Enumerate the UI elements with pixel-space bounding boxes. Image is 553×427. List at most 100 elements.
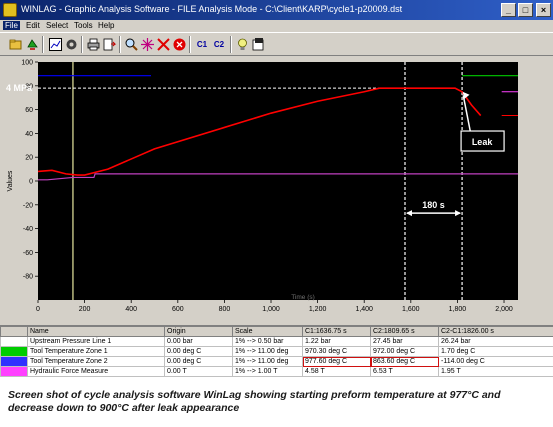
header-color [0, 326, 28, 337]
table-row[interactable]: Tool Temperature Zone 1 0.00 deg C 1% --> … [0, 346, 553, 357]
y-tick-label: 0 [29, 179, 33, 186]
table-row[interactable]: Hydraulic Force Measure 0.00 T 1% --> 1.00… [0, 366, 553, 377]
figure-caption: Screen shot of cycle analysis software W… [8, 389, 501, 414]
y-tick-label: -40 [23, 226, 33, 233]
menu-select[interactable]: Select [46, 21, 68, 30]
cursor-c1-button[interactable]: C1 [194, 37, 210, 52]
series-color-swatch [0, 336, 28, 347]
x-tick-label: 800 [219, 306, 231, 313]
cell-c1: 4.58 T [302, 366, 371, 377]
y-axis-label: Values [7, 170, 14, 191]
print-icon[interactable] [86, 37, 101, 52]
cell-diff: 26.24 bar [438, 336, 553, 347]
cursor-c2-button[interactable]: C2 [211, 37, 227, 52]
chart[interactable]: 100806040200-20-40-60-800 200 400 600 800 1,0… [0, 57, 553, 325]
cell-c1: 977.60 deg C [302, 356, 371, 367]
window-title: WINLAG - Graphic Analysis Software - FIL… [21, 4, 403, 14]
interval-annotation: 180 s [422, 200, 445, 210]
menu-bar: File Edit Select Tools Help [0, 20, 553, 32]
cell-c2: 863.60 deg C [370, 356, 439, 367]
y-tick-label: -60 [23, 250, 33, 257]
x-tick-label: 1,200 [309, 306, 327, 313]
pressure-annotation: 4 MPa [6, 83, 33, 93]
cell-diff: -114.00 deg C [438, 356, 553, 367]
header-diff[interactable]: C2-C1:1826.00 s [438, 326, 553, 337]
toolbar-separator [81, 36, 83, 53]
x-tick-label: 2,000 [495, 306, 513, 313]
header-c1[interactable]: C1:1636.75 s [302, 326, 371, 337]
cell-c2: 27.45 bar [370, 336, 439, 347]
menu-help[interactable]: Help [98, 21, 114, 30]
series-color-swatch [0, 366, 28, 377]
cell-diff: 1.95 T [438, 366, 553, 377]
cell-origin: 0.00 deg C [164, 356, 233, 367]
x-tick-label: 400 [125, 306, 137, 313]
header-name[interactable]: Name [27, 326, 165, 337]
cell-name: Tool Temperature Zone 2 [27, 356, 165, 367]
application-window: WINLAG - Graphic Analysis Software - FIL… [0, 0, 553, 386]
x-tick-label: 200 [79, 306, 91, 313]
series-color [1, 357, 27, 366]
menu-edit[interactable]: Edit [26, 21, 40, 30]
stats-icon[interactable] [48, 37, 63, 52]
cursor-values-table: Name Origin Scale C1:1636.75 s C2:1809.6… [0, 325, 553, 386]
y-tick-label: 100 [21, 60, 33, 67]
header-c2[interactable]: C2:1809.65 s [370, 326, 439, 337]
cell-c2: 972.00 deg C [370, 346, 439, 357]
zoom-icon[interactable] [124, 37, 139, 52]
x-tick-label: 1,800 [449, 306, 467, 313]
leak-annotation: Leak [472, 137, 494, 147]
cell-scale: 1% --> 0.50 bar [232, 336, 303, 347]
menu-tools[interactable]: Tools [74, 21, 93, 30]
cell-name: Upstream Pressure Line 1 [27, 336, 165, 347]
print-preview-icon[interactable] [102, 37, 117, 52]
series-color [1, 367, 27, 376]
close-button[interactable]: × [536, 3, 551, 17]
cell-name: Hydraulic Force Measure [27, 366, 165, 377]
delete-cross-icon[interactable] [156, 37, 171, 52]
minimize-button[interactable]: _ [501, 3, 516, 17]
open-icon[interactable] [8, 37, 23, 52]
toolbar-separator [119, 36, 121, 53]
refresh-icon[interactable] [25, 37, 40, 52]
x-axis-label: Time (s) [291, 294, 315, 301]
cell-scale: 1% --> 11.00 deg [232, 346, 303, 357]
cell-scale: 1% --> 1.00 T [232, 366, 303, 377]
y-tick-label: 20 [25, 155, 33, 162]
y-tick-label: 40 [25, 131, 33, 138]
table-row[interactable]: Upstream Pressure Line 1 0.00 bar 1% --> 0… [0, 336, 553, 347]
cell-origin: 0.00 T [164, 366, 233, 377]
toolbar: C1 C2 [0, 32, 553, 56]
settings-icon[interactable] [64, 37, 79, 52]
x-tick-label: 1,600 [402, 306, 420, 313]
series-color [1, 347, 27, 356]
chart-panel: 100 80 60 40 20 0 -20 -40 -60 -80 0 200 400 600 800 1,0… [0, 57, 553, 325]
cell-c1: 970.30 deg C [302, 346, 371, 357]
x-tick-label: 1,000 [262, 306, 280, 313]
app-icon [3, 3, 17, 17]
stop-icon[interactable] [172, 37, 187, 52]
toolbar-separator [189, 36, 191, 53]
maximize-button[interactable]: □ [518, 3, 533, 17]
cell-origin: 0.00 deg C [164, 346, 233, 357]
series-color [1, 337, 27, 346]
header-origin[interactable]: Origin [164, 326, 233, 337]
series-color-swatch [0, 346, 28, 357]
x-tick-label: 0 [36, 306, 40, 313]
y-tick-label: 60 [25, 107, 33, 114]
plot-area [38, 62, 518, 300]
series-color-swatch [0, 356, 28, 367]
y-tick-label: -80 [23, 274, 33, 281]
cursor-cross-icon[interactable] [140, 37, 155, 52]
header-scale[interactable]: Scale [232, 326, 303, 337]
cell-name: Tool Temperature Zone 1 [27, 346, 165, 357]
table-row[interactable]: Tool Temperature Zone 2 0.00 deg C 1% --> … [0, 356, 553, 367]
x-tick-label: 1,400 [355, 306, 373, 313]
cell-c2: 6.53 T [370, 366, 439, 377]
lamp-icon[interactable] [235, 37, 250, 52]
export-icon[interactable] [251, 37, 266, 52]
menu-file[interactable]: File [3, 21, 20, 30]
title-bar[interactable]: WINLAG - Graphic Analysis Software - FIL… [0, 0, 553, 20]
cell-diff: 1.70 deg C [438, 346, 553, 357]
cell-origin: 0.00 bar [164, 336, 233, 347]
